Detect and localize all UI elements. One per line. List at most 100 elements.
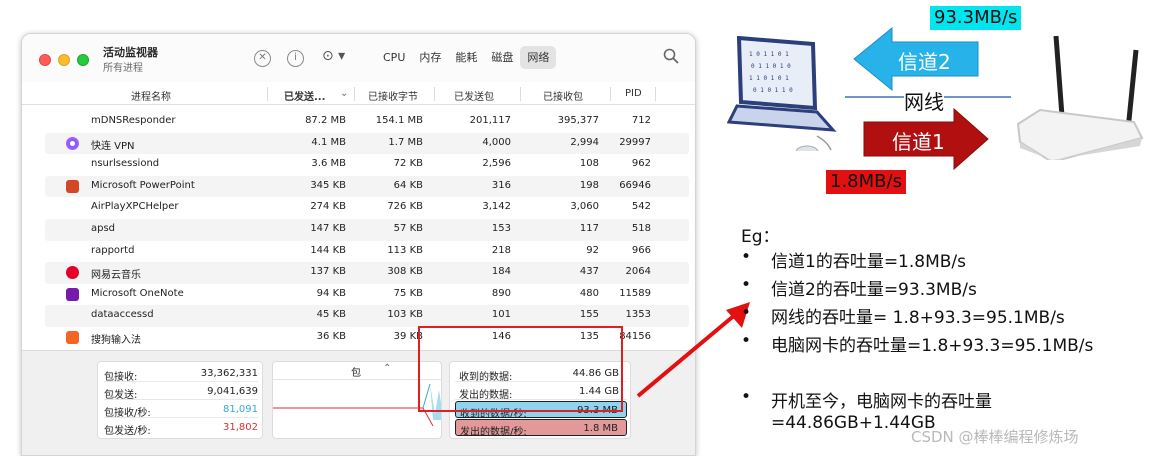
table-row[interactable]: rapportd 144 KB 113 KB 218 92 966	[45, 241, 689, 263]
process-name: 快连 VPN	[91, 140, 135, 152]
pid: 966	[631, 244, 651, 256]
router-icon	[1016, 35, 1144, 160]
sent-bytes: 3.6 MB	[311, 158, 346, 170]
sent-packets: 101	[491, 309, 511, 321]
table-row[interactable]: nsurlsessiond 3.6 MB 72 KB 2,596 108 962	[45, 154, 689, 176]
graph-selector[interactable]: 包 ⌃	[273, 362, 441, 380]
more-actions-icon[interactable]: ⊙ ▾	[322, 48, 345, 64]
tab-memory[interactable]: 内存	[412, 46, 448, 69]
col-recv-packets[interactable]: 已接收包	[543, 88, 583, 103]
col-sent-bytes[interactable]: 已发送...	[284, 88, 325, 103]
watermark: CSDN @棒棒编程修炼场	[911, 428, 1079, 446]
stat-recv-rate: 包接收/秒: 81,091	[104, 401, 258, 419]
sent-packets: 2,596	[482, 158, 511, 170]
tab-cpu[interactable]: CPU	[376, 46, 412, 69]
process-name: 搜狗输入法	[91, 335, 141, 346]
minimize-window-button[interactable]	[58, 54, 70, 66]
highlight-frame	[418, 326, 623, 412]
sent-bytes: 94 KB	[316, 287, 346, 299]
col-pid[interactable]: PID	[625, 88, 642, 99]
pid: 518	[631, 223, 651, 234]
pid: 11589	[619, 287, 651, 299]
recv-packets: 395,377	[557, 115, 599, 126]
process-name: Microsoft OneNote	[91, 287, 184, 299]
table-row[interactable]: 快连 VPN 4.1 MB 1.7 MB 4,000 2,994 29997	[45, 132, 689, 155]
pid: 29997	[619, 136, 651, 148]
sent-bytes: 147 KB	[310, 223, 346, 234]
recv-packets: 437	[579, 266, 599, 278]
zoom-window-button[interactable]	[77, 54, 89, 66]
sent-bytes: 274 KB	[310, 201, 346, 213]
table-row[interactable]: mDNSResponder 87.2 MB 154.1 MB 201,117 3…	[45, 111, 689, 133]
recv-packets: 2,994	[570, 136, 599, 148]
title-bar: 活动监视器 所有进程 ✕ i ⊙ ▾ CPU 内存 能耗 磁盘 网络	[22, 34, 695, 82]
pid: 2064	[625, 266, 651, 278]
sent-packets: 316	[491, 179, 511, 191]
process-name: rapportd	[91, 244, 135, 256]
recv-packets: 3,060	[570, 201, 599, 213]
process-name: apsd	[91, 223, 116, 234]
speed-bottom-label: 1.8MB/s	[826, 170, 906, 194]
svg-text:0 1 0 1 1 0: 0 1 0 1 1 0	[753, 87, 793, 94]
sent-packets: 201,117	[469, 115, 511, 126]
sent-packets: 153	[491, 223, 511, 234]
pid: 66946	[619, 179, 651, 191]
stat-sent-rate: 包发送/秒: 31,802	[104, 422, 258, 437]
onenote-icon	[66, 287, 79, 301]
table-row[interactable]: AirPlayXPCHelper 274 KB 726 KB 3,142 3,0…	[45, 197, 689, 219]
view-tabs: CPU 内存 能耗 磁盘 网络	[376, 46, 557, 69]
pid: 712	[631, 115, 651, 126]
recv-bytes: 75 KB	[393, 287, 423, 299]
process-name: nsurlsessiond	[91, 158, 160, 170]
sent-bytes: 36 KB	[316, 331, 346, 342]
table-row[interactable]: apsd 147 KB 57 KB 153 117 518	[45, 219, 689, 241]
window-subtitle[interactable]: 所有进程	[103, 59, 143, 74]
tab-energy[interactable]: 能耗	[448, 46, 484, 69]
sort-chevron-icon[interactable]: ⌄	[340, 88, 348, 99]
info-icon[interactable]: i	[287, 50, 304, 67]
recv-bytes: 1.7 MB	[388, 136, 423, 148]
recv-bytes: 72 KB	[393, 158, 423, 170]
netease-music-icon	[66, 266, 79, 280]
close-window-button[interactable]	[39, 54, 51, 66]
example-heading: Eg：	[741, 227, 780, 247]
table-row[interactable]: dataaccessd 45 KB 103 KB 101 155 1353	[45, 305, 689, 327]
recv-packets: 198	[579, 179, 599, 191]
process-name: 网易云音乐	[91, 270, 141, 282]
svg-text:1 0 1 1 0 1: 1 0 1 1 0 1	[749, 51, 789, 58]
table-header: 进程名称 已发送... ⌄ 已接收字节 已发送包 已接收包 PID	[22, 83, 695, 105]
sent-packets: 3,142	[482, 201, 511, 213]
col-process-name[interactable]: 进程名称	[131, 88, 171, 103]
svg-text:1 1 0 1 0 1: 1 1 0 1 0 1	[749, 75, 789, 82]
pid: 962	[631, 158, 651, 170]
recv-packets: 108	[579, 158, 599, 170]
sogou-icon	[66, 331, 79, 344]
sent-bytes: 45 KB	[316, 309, 346, 321]
stop-icon[interactable]: ✕	[254, 50, 271, 67]
recv-packets: 480	[579, 287, 599, 299]
sent-packets: 890	[491, 287, 511, 299]
recv-bytes: 64 KB	[393, 179, 423, 191]
powerpoint-icon	[66, 179, 79, 193]
recv-bytes: 308 KB	[387, 266, 423, 278]
col-sent-packets[interactable]: 已发送包	[454, 88, 494, 103]
sent-bytes: 144 KB	[310, 244, 346, 256]
col-recv-bytes[interactable]: 已接收字节	[368, 88, 418, 103]
table-row[interactable]: Microsoft PowerPoint 345 KB 64 KB 316 19…	[45, 175, 689, 198]
tab-disk[interactable]: 磁盘	[484, 46, 520, 69]
recv-packets: 92	[586, 244, 599, 256]
channel2-label: 信道2	[898, 50, 951, 74]
sent-bytes: 87.2 MB	[305, 115, 346, 126]
sent-packets: 4,000	[482, 136, 511, 148]
updown-icon: ⌃	[383, 363, 392, 374]
graph-lines	[273, 383, 441, 427]
laptop-icon: 1 0 1 1 0 1 0 1 1 0 1 0 1 1 0 1 0 1 0 1 …	[727, 36, 837, 151]
tab-network[interactable]: 网络	[520, 46, 557, 69]
recv-bytes: 103 KB	[387, 309, 423, 321]
recv-bytes: 113 KB	[387, 244, 423, 256]
search-icon[interactable]	[663, 48, 679, 64]
table-row[interactable]: 网易云音乐 137 KB 308 KB 184 437 2064	[45, 262, 689, 284]
channel1-label: 信道1	[892, 130, 945, 154]
table-row[interactable]: Microsoft OneNote 94 KB 75 KB 890 480 11…	[45, 284, 689, 306]
sent-bytes: 137 KB	[310, 266, 346, 278]
